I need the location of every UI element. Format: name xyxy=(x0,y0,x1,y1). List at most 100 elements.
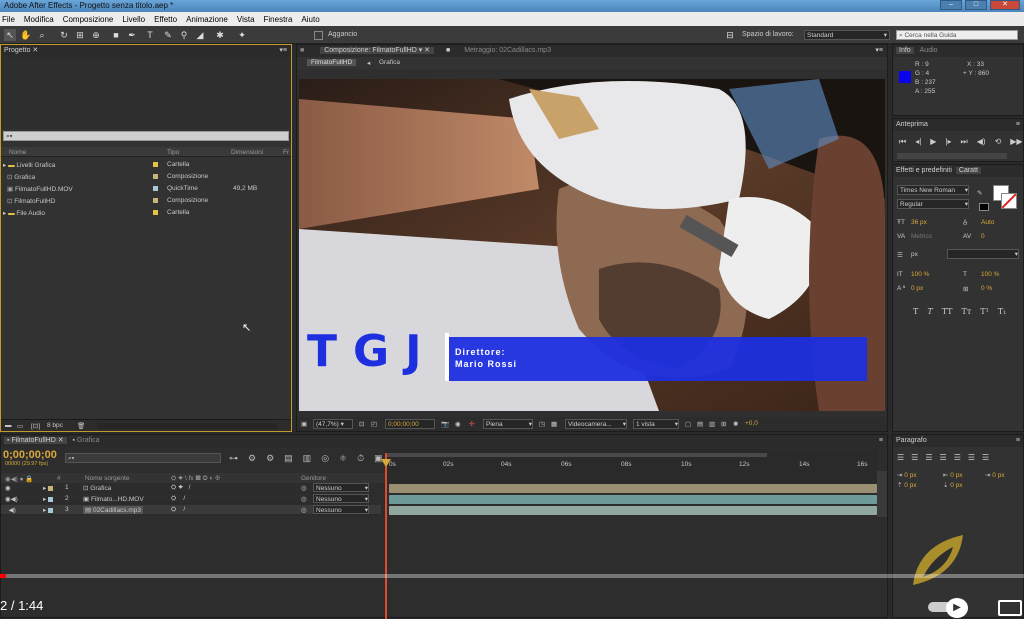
trash-icon[interactable]: 🗑 xyxy=(77,422,85,430)
puppet-pin-tool-icon[interactable]: ✦ xyxy=(236,29,248,41)
hand-tool-icon[interactable]: ✋ xyxy=(20,29,32,41)
flowchart-icon[interactable]: ⊞ xyxy=(721,420,726,428)
font-style-select[interactable]: Regular ▾ xyxy=(897,199,969,209)
minimize-button[interactable]: – xyxy=(940,0,962,10)
tsume-value[interactable]: 0 % xyxy=(981,285,992,292)
list-item[interactable]: ⊡ Grafica Composizione xyxy=(1,171,291,183)
timeline-icon[interactable]: ▥ xyxy=(709,420,715,428)
footage-viewer-tab[interactable]: Metraggio: 02Cadillacs.mp3 xyxy=(464,47,551,54)
stroke-width-unit[interactable]: px xyxy=(911,251,918,258)
project-search-input[interactable]: ⌕▾ xyxy=(3,131,289,141)
first-frame-icon[interactable]: ⏮ xyxy=(899,137,906,147)
zoom-select[interactable]: (47,7%) ▾ xyxy=(313,419,353,429)
playhead-handle[interactable] xyxy=(381,459,391,467)
comp-mini-flowchart-icon[interactable]: ⊶ xyxy=(229,453,238,464)
lock-icon[interactable]: ■ xyxy=(300,47,304,54)
rotate-tool-icon[interactable]: ↻ xyxy=(58,29,70,41)
project-tab[interactable]: Progetto ✕ ▾≡ xyxy=(1,45,291,57)
play-icon[interactable]: ▶ xyxy=(930,137,936,147)
autoplay-play-icon[interactable]: ▶ xyxy=(946,598,968,618)
channel-icon[interactable]: ✣ xyxy=(469,420,474,428)
eyedropper-icon[interactable]: ✎ xyxy=(977,189,982,197)
swatch-black[interactable] xyxy=(979,203,989,211)
time-ruler[interactable]: 0s 02s 04s 06s 08s 10s 12s 14s 16s xyxy=(385,449,877,483)
superscript-button[interactable]: T¹ xyxy=(980,307,989,316)
new-folder-icon[interactable]: ▭ xyxy=(17,422,23,430)
clone-stamp-tool-icon[interactable]: ⚲ xyxy=(178,29,190,41)
eraser-tool-icon[interactable]: ◢ xyxy=(194,29,206,41)
parent-select[interactable]: Nessuno ▾ xyxy=(313,505,369,514)
frame-blending-icon[interactable]: ▥ xyxy=(303,453,312,464)
subscript-button[interactable]: T₁ xyxy=(998,307,1007,316)
text-tool-icon[interactable]: T xyxy=(144,29,156,41)
justify-right-icon[interactable]: ☰ xyxy=(968,453,975,462)
breadcrumb-grafica[interactable]: Grafica xyxy=(379,59,400,66)
new-comp-icon[interactable]: [⊡] xyxy=(31,422,40,430)
menu-aiuto[interactable]: Aiuto xyxy=(301,15,319,24)
hide-shy-icon[interactable]: ▤ xyxy=(284,453,293,464)
subtitles-icon[interactable] xyxy=(998,600,1022,616)
tab-info[interactable]: Info xyxy=(896,47,914,54)
timeline-current-time[interactable]: 0;00;00;00 xyxy=(3,449,57,461)
tab-effects[interactable]: Effetti e predefiniti xyxy=(896,167,952,174)
timeline-scrollbar[interactable] xyxy=(877,471,887,517)
horizontal-scale-value[interactable]: 100 % xyxy=(981,271,999,278)
transparency-grid-icon[interactable]: ▦ xyxy=(551,420,557,428)
next-frame-icon[interactable]: |▸ xyxy=(945,137,951,147)
prev-frame-icon[interactable]: ◂| xyxy=(915,137,921,147)
breadcrumb-filmato[interactable]: FilmatoFullHD xyxy=(307,59,357,66)
menu-animazione[interactable]: Animazione xyxy=(186,15,228,24)
workspace-select[interactable]: Standard ▾ xyxy=(804,30,890,40)
snap-checkbox[interactable] xyxy=(314,31,323,40)
exposure-value[interactable]: +0,0 xyxy=(745,420,758,427)
col-source-name[interactable]: Nome sorgente xyxy=(85,475,129,482)
region-of-interest-icon[interactable]: ◳ xyxy=(539,420,545,428)
menu-livello[interactable]: Livello xyxy=(122,15,145,24)
preview-options-bar[interactable] xyxy=(897,153,1007,159)
work-area-bar[interactable] xyxy=(387,453,767,457)
kerning-value[interactable]: Metrics xyxy=(911,233,932,240)
col-type[interactable]: Tipo xyxy=(167,149,179,156)
layer-bar-audio[interactable] xyxy=(389,506,877,515)
vertical-scale-value[interactable]: 100 % xyxy=(911,271,929,278)
baseline-value[interactable]: 0 px xyxy=(911,285,923,292)
col-name[interactable]: Nome xyxy=(9,149,26,156)
list-item[interactable]: ▸ ▬ File Audio Cartella xyxy=(1,207,291,219)
paragraph-tab[interactable]: Paragrafo ≡ xyxy=(893,435,1023,447)
font-size-value[interactable]: 36 px xyxy=(911,219,927,226)
col-parent[interactable]: Genitore xyxy=(301,475,326,482)
list-item[interactable]: ▣ FilmatoFullHD.MOV QuickTime 49,2 MB xyxy=(1,183,291,195)
fast-preview-icon[interactable]: ▤ xyxy=(697,420,703,428)
rectangle-tool-icon[interactable]: ■ xyxy=(110,29,122,41)
zoom-tool-icon[interactable]: ⌕ xyxy=(36,29,48,41)
align-right-icon[interactable]: ☰ xyxy=(925,453,932,462)
preview-tab[interactable]: Anteprima ≡ xyxy=(893,119,1023,131)
stroke-style-select[interactable]: ▾ xyxy=(947,249,1019,259)
col-size[interactable]: Dimensioni xyxy=(231,149,263,156)
menu-modifica[interactable]: Modifica xyxy=(24,15,54,24)
space-after-value[interactable]: 0 px xyxy=(950,482,962,489)
ram-preview-icon[interactable]: ▶▶ xyxy=(1010,137,1022,147)
menu-vista[interactable]: Vista xyxy=(237,15,255,24)
pan-behind-tool-icon[interactable]: ⊕ xyxy=(90,29,102,41)
maximize-button[interactable]: □ xyxy=(965,0,987,10)
timeline-tab-grafica[interactable]: ▪ Grafica xyxy=(73,437,100,444)
audio-icon[interactable]: ◀) xyxy=(977,137,986,147)
motion-blur-icon[interactable]: ◎ xyxy=(321,453,329,464)
leading-value[interactable]: Auto xyxy=(981,219,994,226)
layer-bar-grafica[interactable] xyxy=(389,484,877,493)
close-button[interactable]: ✕ xyxy=(990,0,1020,10)
list-item[interactable]: ▸ ▬ Livelli Grafica Cartella xyxy=(1,159,291,171)
menu-file[interactable]: File xyxy=(2,15,15,24)
align-center-icon[interactable]: ☰ xyxy=(911,453,918,462)
first-line-indent-value[interactable]: 0 px xyxy=(992,472,1004,479)
justify-all-icon[interactable]: ☰ xyxy=(982,453,989,462)
help-search-input[interactable]: ⌕ Cerca nella Guida xyxy=(896,30,1018,40)
show-snapshot-icon[interactable]: ◉ xyxy=(455,420,461,428)
timeline-search-input[interactable]: ⌕▾ xyxy=(65,453,221,463)
justify-left-icon[interactable]: ☰ xyxy=(940,453,947,462)
draft-3d-icon[interactable]: ⚙ xyxy=(266,453,274,464)
align-left-icon[interactable]: ☰ xyxy=(897,453,904,462)
menu-effetto[interactable]: Effetto xyxy=(154,15,177,24)
current-time-field[interactable]: 0;00;00;00 xyxy=(385,419,435,429)
